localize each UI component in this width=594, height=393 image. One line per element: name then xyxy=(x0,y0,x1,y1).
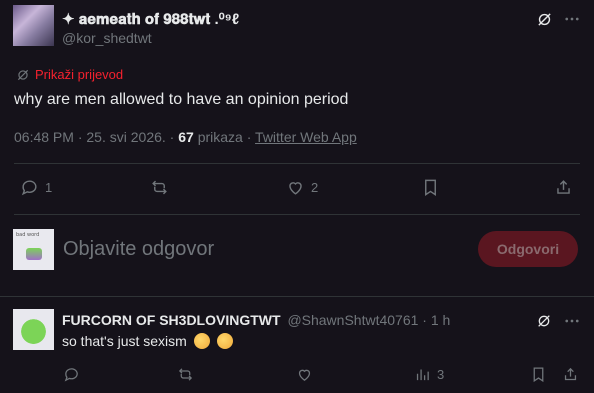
reply-text: so that's just sexism xyxy=(62,333,187,349)
reply-header: FURCORN OF SH3DLOVINGTWT @ShawnShtwt4076… xyxy=(62,312,450,328)
reply-input[interactable]: Objavite odgovor xyxy=(63,238,214,261)
reply-author-handle[interactable]: @ShawnShtwt40761 xyxy=(287,312,418,328)
thinking-emoji-icon xyxy=(216,333,233,349)
reply-views-count: 3 xyxy=(437,367,445,382)
submit-reply-button[interactable]: Odgovori xyxy=(478,231,578,267)
reply-author-name[interactable]: FURCORN OF SH3DLOVINGTWT xyxy=(62,312,281,328)
views-label: prikaza xyxy=(197,129,243,145)
views-count: 67 xyxy=(178,129,194,145)
thinking-emoji-icon xyxy=(193,333,210,349)
share-button[interactable] xyxy=(562,366,579,383)
reply-separator: · xyxy=(422,312,427,328)
divider xyxy=(14,163,580,164)
author-avatar[interactable] xyxy=(13,5,54,46)
more-icon[interactable] xyxy=(563,312,581,330)
bookmark-button[interactable] xyxy=(421,178,440,197)
reply-count: 1 xyxy=(45,180,53,195)
reply-icon xyxy=(63,366,80,383)
bookmark-icon xyxy=(530,366,547,383)
grok-icon[interactable] xyxy=(536,313,552,329)
like-button[interactable] xyxy=(296,366,313,383)
reply-text-row: so that's just sexism xyxy=(62,333,233,349)
composer-avatar-caption: bad word xyxy=(16,232,40,238)
post-metadata: 06:48 PM · 25. svi 2026. · 67 prikaza · … xyxy=(14,129,357,145)
retweet-icon xyxy=(150,178,169,197)
like-count: 2 xyxy=(311,180,319,195)
reply-time[interactable]: 1 h xyxy=(431,312,450,328)
reply-author-avatar[interactable] xyxy=(13,309,54,350)
post-date[interactable]: 25. svi 2026. xyxy=(86,129,165,145)
like-icon xyxy=(286,178,305,197)
views-icon xyxy=(414,366,431,383)
share-icon xyxy=(554,178,573,197)
like-button[interactable]: 2 xyxy=(286,178,318,197)
post-action-bar: 1 2 xyxy=(0,178,594,200)
more-icon[interactable] xyxy=(563,10,581,28)
reply-icon xyxy=(20,178,39,197)
retweet-icon xyxy=(177,366,194,383)
reply-action-bar: 3 xyxy=(0,366,594,386)
retweet-button[interactable] xyxy=(150,178,175,197)
reply-button[interactable] xyxy=(63,366,80,383)
share-icon xyxy=(562,366,579,383)
divider xyxy=(0,296,594,297)
author-display-name[interactable]: ✦ 𝐚𝐞𝐦𝐞𝐚𝐭𝐡 𝐨𝐟 𝟗𝟖𝟖𝐭𝐰𝐭 .⁰⁹ℓ xyxy=(62,10,239,28)
translate-icon xyxy=(16,68,30,82)
grok-icon[interactable] xyxy=(536,11,553,28)
bookmark-button[interactable] xyxy=(530,366,547,383)
views-button[interactable]: 3 xyxy=(414,366,444,383)
bookmark-icon xyxy=(421,178,440,197)
post-time[interactable]: 06:48 PM xyxy=(14,129,74,145)
post-source[interactable]: Twitter Web App xyxy=(255,129,357,145)
translate-link[interactable]: Prikaži prijevod xyxy=(16,67,123,82)
reply-button[interactable]: 1 xyxy=(20,178,52,197)
share-button[interactable] xyxy=(554,178,573,197)
like-icon xyxy=(296,366,313,383)
translate-label: Prikaži prijevod xyxy=(35,67,124,82)
composer-avatar[interactable]: bad word xyxy=(13,229,54,270)
post-text: why are men allowed to have an opinion p… xyxy=(14,91,349,108)
divider xyxy=(14,214,580,215)
author-handle[interactable]: @kor_shedtwt xyxy=(62,30,152,46)
retweet-button[interactable] xyxy=(177,366,194,383)
